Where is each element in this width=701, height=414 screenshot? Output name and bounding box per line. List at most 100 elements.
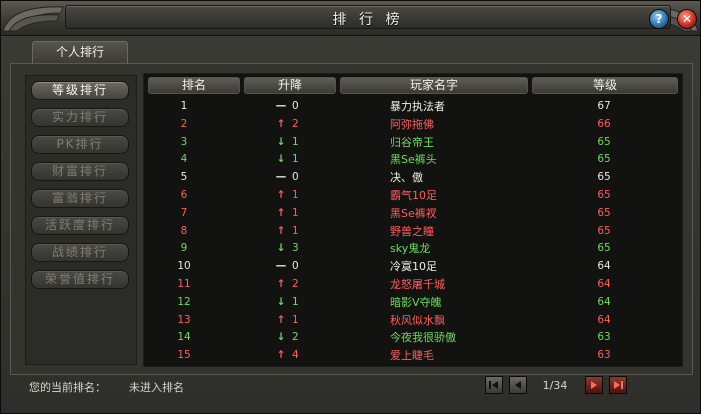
no-change-icon: — <box>275 260 287 273</box>
player-name-cell: 秋风似水飘 <box>390 313 445 327</box>
level-cell: 65 <box>597 189 611 201</box>
change-cell: 4 <box>292 349 299 362</box>
title-plate: 排 行 榜 <box>65 5 671 29</box>
arrow-up-icon: ↑ <box>276 224 286 237</box>
column-header-level[interactable]: 等级 <box>532 77 678 94</box>
change-cell: 1 <box>292 313 299 326</box>
last-page-button[interactable] <box>609 376 627 394</box>
category-battle-ranking[interactable]: 战绩排行 <box>31 243 129 262</box>
player-name-cell: 暴力执法者 <box>390 100 445 113</box>
change-cell: 0 <box>292 100 299 112</box>
player-name-cell: 霸气10足 <box>390 189 437 202</box>
category-wealth-ranking[interactable]: 财富排行 <box>31 162 129 181</box>
level-cell: 65 <box>597 206 611 219</box>
no-change-icon: — <box>275 171 287 184</box>
arrow-up-icon: ↑ <box>276 278 286 290</box>
change-cell: 1 <box>292 295 299 308</box>
arrow-down-icon: ↓ <box>276 331 286 344</box>
rank-cell: 11 <box>177 278 191 290</box>
category-level-ranking[interactable]: 等级排行 <box>31 81 129 100</box>
help-button[interactable]: ? <box>649 9 669 29</box>
last-page-icon <box>614 381 623 389</box>
column-header-change[interactable]: 升降 <box>244 77 336 94</box>
change-cell: 2 <box>292 331 299 344</box>
prev-page-button[interactable] <box>509 376 527 394</box>
level-cell: 65 <box>597 242 611 255</box>
arrow-down-icon: ↓ <box>276 295 286 308</box>
player-name-cell: 决、傲 <box>390 171 423 185</box>
rank-cell: 10 <box>177 260 191 273</box>
rank-cell: 4 <box>180 153 188 166</box>
rank-cell: 14 <box>177 331 191 344</box>
page-indicator: 1/34 <box>542 379 568 392</box>
table-row[interactable]: 10 — 0 冷寞10足 64 <box>144 258 682 275</box>
player-name-cell: 龙怒屠千城 <box>390 278 445 291</box>
title-bar[interactable]: 排 行 榜 ? ✕ <box>1 1 700 36</box>
current-rank-value: 未进入排名 <box>129 381 184 394</box>
level-cell: 64 <box>597 260 611 273</box>
no-change-icon: — <box>275 100 287 112</box>
arrow-up-icon: ↑ <box>276 349 286 362</box>
rank-cell: 2 <box>180 117 188 130</box>
next-page-icon <box>591 381 597 389</box>
player-name-cell: 暗影V夺魄 <box>390 295 442 309</box>
table-row[interactable]: 15 ↑ 4 爱上睫毛 63 <box>144 347 682 364</box>
column-header-rank[interactable]: 排名 <box>148 77 240 94</box>
player-name-cell: 今夜我很骄傲 <box>390 331 456 345</box>
rank-cell: 9 <box>180 242 188 255</box>
arrow-down-icon: ↓ <box>276 242 286 255</box>
category-menu: 等级排行 实力排行 PK排行 财富排行 富翁排行 活跃度排行 战绩排行 荣誉值排… <box>25 75 137 365</box>
close-icon: ✕ <box>681 12 693 26</box>
rank-cell: 13 <box>177 313 191 326</box>
table-row[interactable]: 5 — 0 决、傲 65 <box>144 169 682 186</box>
leaderboard-window: 排 行 榜 ? ✕ 个人排行 等级排行 实力排行 PK排行 财富排行 富翁排行 … <box>0 0 701 414</box>
close-button[interactable]: ✕ <box>677 9 697 29</box>
window-title: 排 行 榜 <box>332 12 404 28</box>
level-cell: 63 <box>597 331 611 344</box>
category-honor-ranking[interactable]: 荣誉值排行 <box>31 270 129 289</box>
tab-personal-ranking[interactable]: 个人排行 <box>32 41 128 63</box>
wing-ornament-left-icon <box>2 6 64 32</box>
rank-cell: 15 <box>177 349 191 362</box>
next-page-button[interactable] <box>585 376 603 394</box>
table-row[interactable]: 3 ↓ 1 归谷帝王 65 <box>144 134 682 151</box>
level-cell: 63 <box>597 349 611 362</box>
arrow-down-icon: ↓ <box>276 135 286 148</box>
question-mark-icon: ? <box>655 12 663 26</box>
player-name-cell: 冷寞10足 <box>390 260 437 274</box>
column-header-player-name[interactable]: 玩家名字 <box>340 77 528 94</box>
table-row[interactable]: 12 ↓ 1 暗影V夺魄 64 <box>144 294 682 311</box>
table-row[interactable]: 14 ↓ 2 今夜我很骄傲 63 <box>144 329 682 346</box>
change-cell: 1 <box>292 189 299 201</box>
table-row[interactable]: 1 — 0 暴力执法者 67 <box>144 98 682 115</box>
arrow-down-icon: ↓ <box>276 153 286 166</box>
change-cell: 1 <box>292 153 299 166</box>
level-cell: 66 <box>597 117 611 130</box>
first-page-button[interactable] <box>485 376 503 394</box>
table-row[interactable]: 2 ↑ 2 阿弥拖佛 66 <box>144 116 682 133</box>
category-strength-ranking[interactable]: 实力排行 <box>31 108 129 127</box>
player-name-cell: 阿弥拖佛 <box>390 117 434 131</box>
table-row[interactable]: 7 ↑ 1 黑Se裤衩 65 <box>144 205 682 222</box>
table-row[interactable]: 4 ↓ 1 黑Se裤头 65 <box>144 151 682 168</box>
table-row[interactable]: 13 ↑ 1 秋风似水飘 64 <box>144 312 682 329</box>
category-activity-ranking[interactable]: 活跃度排行 <box>31 216 129 235</box>
arrow-up-icon: ↑ <box>276 189 286 201</box>
player-name-cell: 归谷帝王 <box>390 135 434 149</box>
change-cell: 0 <box>292 260 299 273</box>
table-row[interactable]: 9 ↓ 3 sky鬼龙 65 <box>144 240 682 257</box>
rank-cell: 5 <box>180 171 188 184</box>
rank-cell: 3 <box>180 135 188 148</box>
change-cell: 3 <box>292 242 299 255</box>
level-cell: 65 <box>597 153 611 166</box>
category-pk-ranking[interactable]: PK排行 <box>31 135 129 154</box>
table-row[interactable]: 8 ↑ 1 野兽之瞳 65 <box>144 223 682 240</box>
ranking-table: 排名 升降 玩家名字 等级 1—0 暴力执法者 67 2 ↑ 2 阿弥拖佛 66 3 ↓ 1 归谷帝王… <box>143 73 683 367</box>
player-name-cell: 野兽之瞳 <box>390 224 434 238</box>
arrow-up-icon: ↑ <box>276 313 286 326</box>
table-row[interactable]: 11 ↑ 2 龙怒屠千城 64 <box>144 276 682 293</box>
table-row[interactable]: 6 ↑ 1 霸气10足 65 <box>144 187 682 204</box>
rank-cell: 1 <box>180 100 188 112</box>
category-tycoon-ranking[interactable]: 富翁排行 <box>31 189 129 208</box>
rank-cell: 6 <box>180 189 188 201</box>
